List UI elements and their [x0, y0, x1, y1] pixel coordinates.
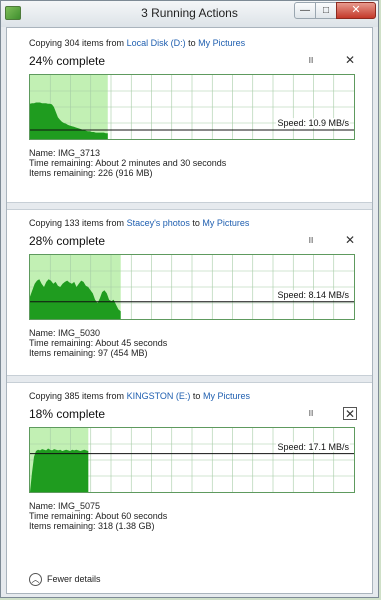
speed-graph-svg	[30, 75, 354, 139]
items-remaining: Items remaining: 226 (916 MB)	[29, 168, 153, 178]
source-link[interactable]: Local Disk (D:)	[127, 38, 186, 48]
file-name: Name: IMG_5075	[29, 501, 101, 511]
copy-operation: Copying 133 items from Stacey's photos t…	[7, 208, 372, 388]
fewer-details-toggle[interactable]: ︿ Fewer details	[29, 571, 101, 587]
copy-details: Name: IMG_5030 Time remaining: About 45 …	[29, 328, 167, 358]
fewer-details-label[interactable]: Fewer details	[47, 574, 101, 584]
close-button[interactable]: ✕	[336, 2, 376, 19]
time-remaining: Time remaining: About 2 minutes and 30 s…	[29, 158, 227, 168]
speed-graph: Speed: 17.1 MB/s	[29, 427, 355, 493]
source-link[interactable]: Stacey's photos	[127, 218, 190, 228]
chevron-up-icon[interactable]: ︿	[29, 572, 42, 586]
speed-graph-svg	[30, 255, 354, 319]
speed-graph: Speed: 8.14 MB/s	[29, 254, 355, 320]
cancel-button[interactable]: ✕	[343, 407, 357, 420]
copy-details: Name: IMG_5075 Time remaining: About 60 …	[29, 501, 167, 531]
speed-label: Speed: 10.9 MB/s	[276, 118, 350, 129]
minimize-button[interactable]: —	[294, 2, 316, 19]
cancel-button[interactable]: ✕	[343, 54, 357, 67]
copy-description: Copying 304 items from Local Disk (D:) t…	[29, 38, 245, 48]
file-name: Name: IMG_5030	[29, 328, 101, 338]
maximize-button[interactable]: □	[315, 2, 337, 19]
destination-link[interactable]: My Pictures	[198, 38, 245, 48]
to-word: to	[192, 391, 201, 401]
copy-operation: Copying 304 items from Local Disk (D:) t…	[7, 28, 372, 208]
copy-operation: Copying 385 items from KINGSTON (E:) to …	[7, 381, 372, 561]
pause-button[interactable]: II	[305, 56, 317, 66]
percent-complete: 24% complete	[29, 54, 106, 68]
speed-history-area	[30, 448, 89, 492]
speed-graph: Speed: 10.9 MB/s	[29, 74, 355, 140]
copy-prefix: Copying 385 items from	[29, 391, 125, 401]
destination-link[interactable]: My Pictures	[203, 391, 250, 401]
speed-label: Speed: 17.1 MB/s	[276, 441, 350, 452]
operations-panel: Copying 304 items from Local Disk (D:) t…	[6, 27, 373, 594]
copy-prefix: Copying 133 items from	[29, 218, 125, 228]
time-remaining: Time remaining: About 45 seconds	[29, 338, 168, 348]
source-link[interactable]: KINGSTON (E:)	[127, 391, 191, 401]
cancel-button[interactable]: ✕	[343, 234, 357, 247]
to-word: to	[188, 38, 196, 48]
items-remaining: Items remaining: 97 (454 MB)	[29, 348, 148, 358]
items-remaining: Items remaining: 318 (1.38 GB)	[29, 521, 155, 531]
pause-button[interactable]: II	[305, 236, 317, 246]
title-bar[interactable]: 3 Running Actions — □ ✕	[1, 1, 378, 27]
file-copy-window: 3 Running Actions — □ ✕ Copying 304 item…	[0, 0, 379, 598]
percent-complete: 18% complete	[29, 407, 106, 421]
to-word: to	[192, 218, 200, 228]
percent-complete: 28% complete	[29, 234, 106, 248]
speed-label: Speed: 8.14 MB/s	[276, 289, 350, 300]
copy-description: Copying 385 items from KINGSTON (E:) to …	[29, 391, 250, 401]
copy-description: Copying 133 items from Stacey's photos t…	[29, 218, 249, 228]
file-name: Name: IMG_3713	[29, 148, 101, 158]
copy-prefix: Copying 304 items from	[29, 38, 125, 48]
destination-link[interactable]: My Pictures	[202, 218, 249, 228]
pause-button[interactable]: II	[305, 409, 317, 419]
copy-details: Name: IMG_3713 Time remaining: About 2 m…	[29, 148, 226, 178]
time-remaining: Time remaining: About 60 seconds	[29, 511, 168, 521]
speed-graph-svg	[30, 428, 354, 492]
